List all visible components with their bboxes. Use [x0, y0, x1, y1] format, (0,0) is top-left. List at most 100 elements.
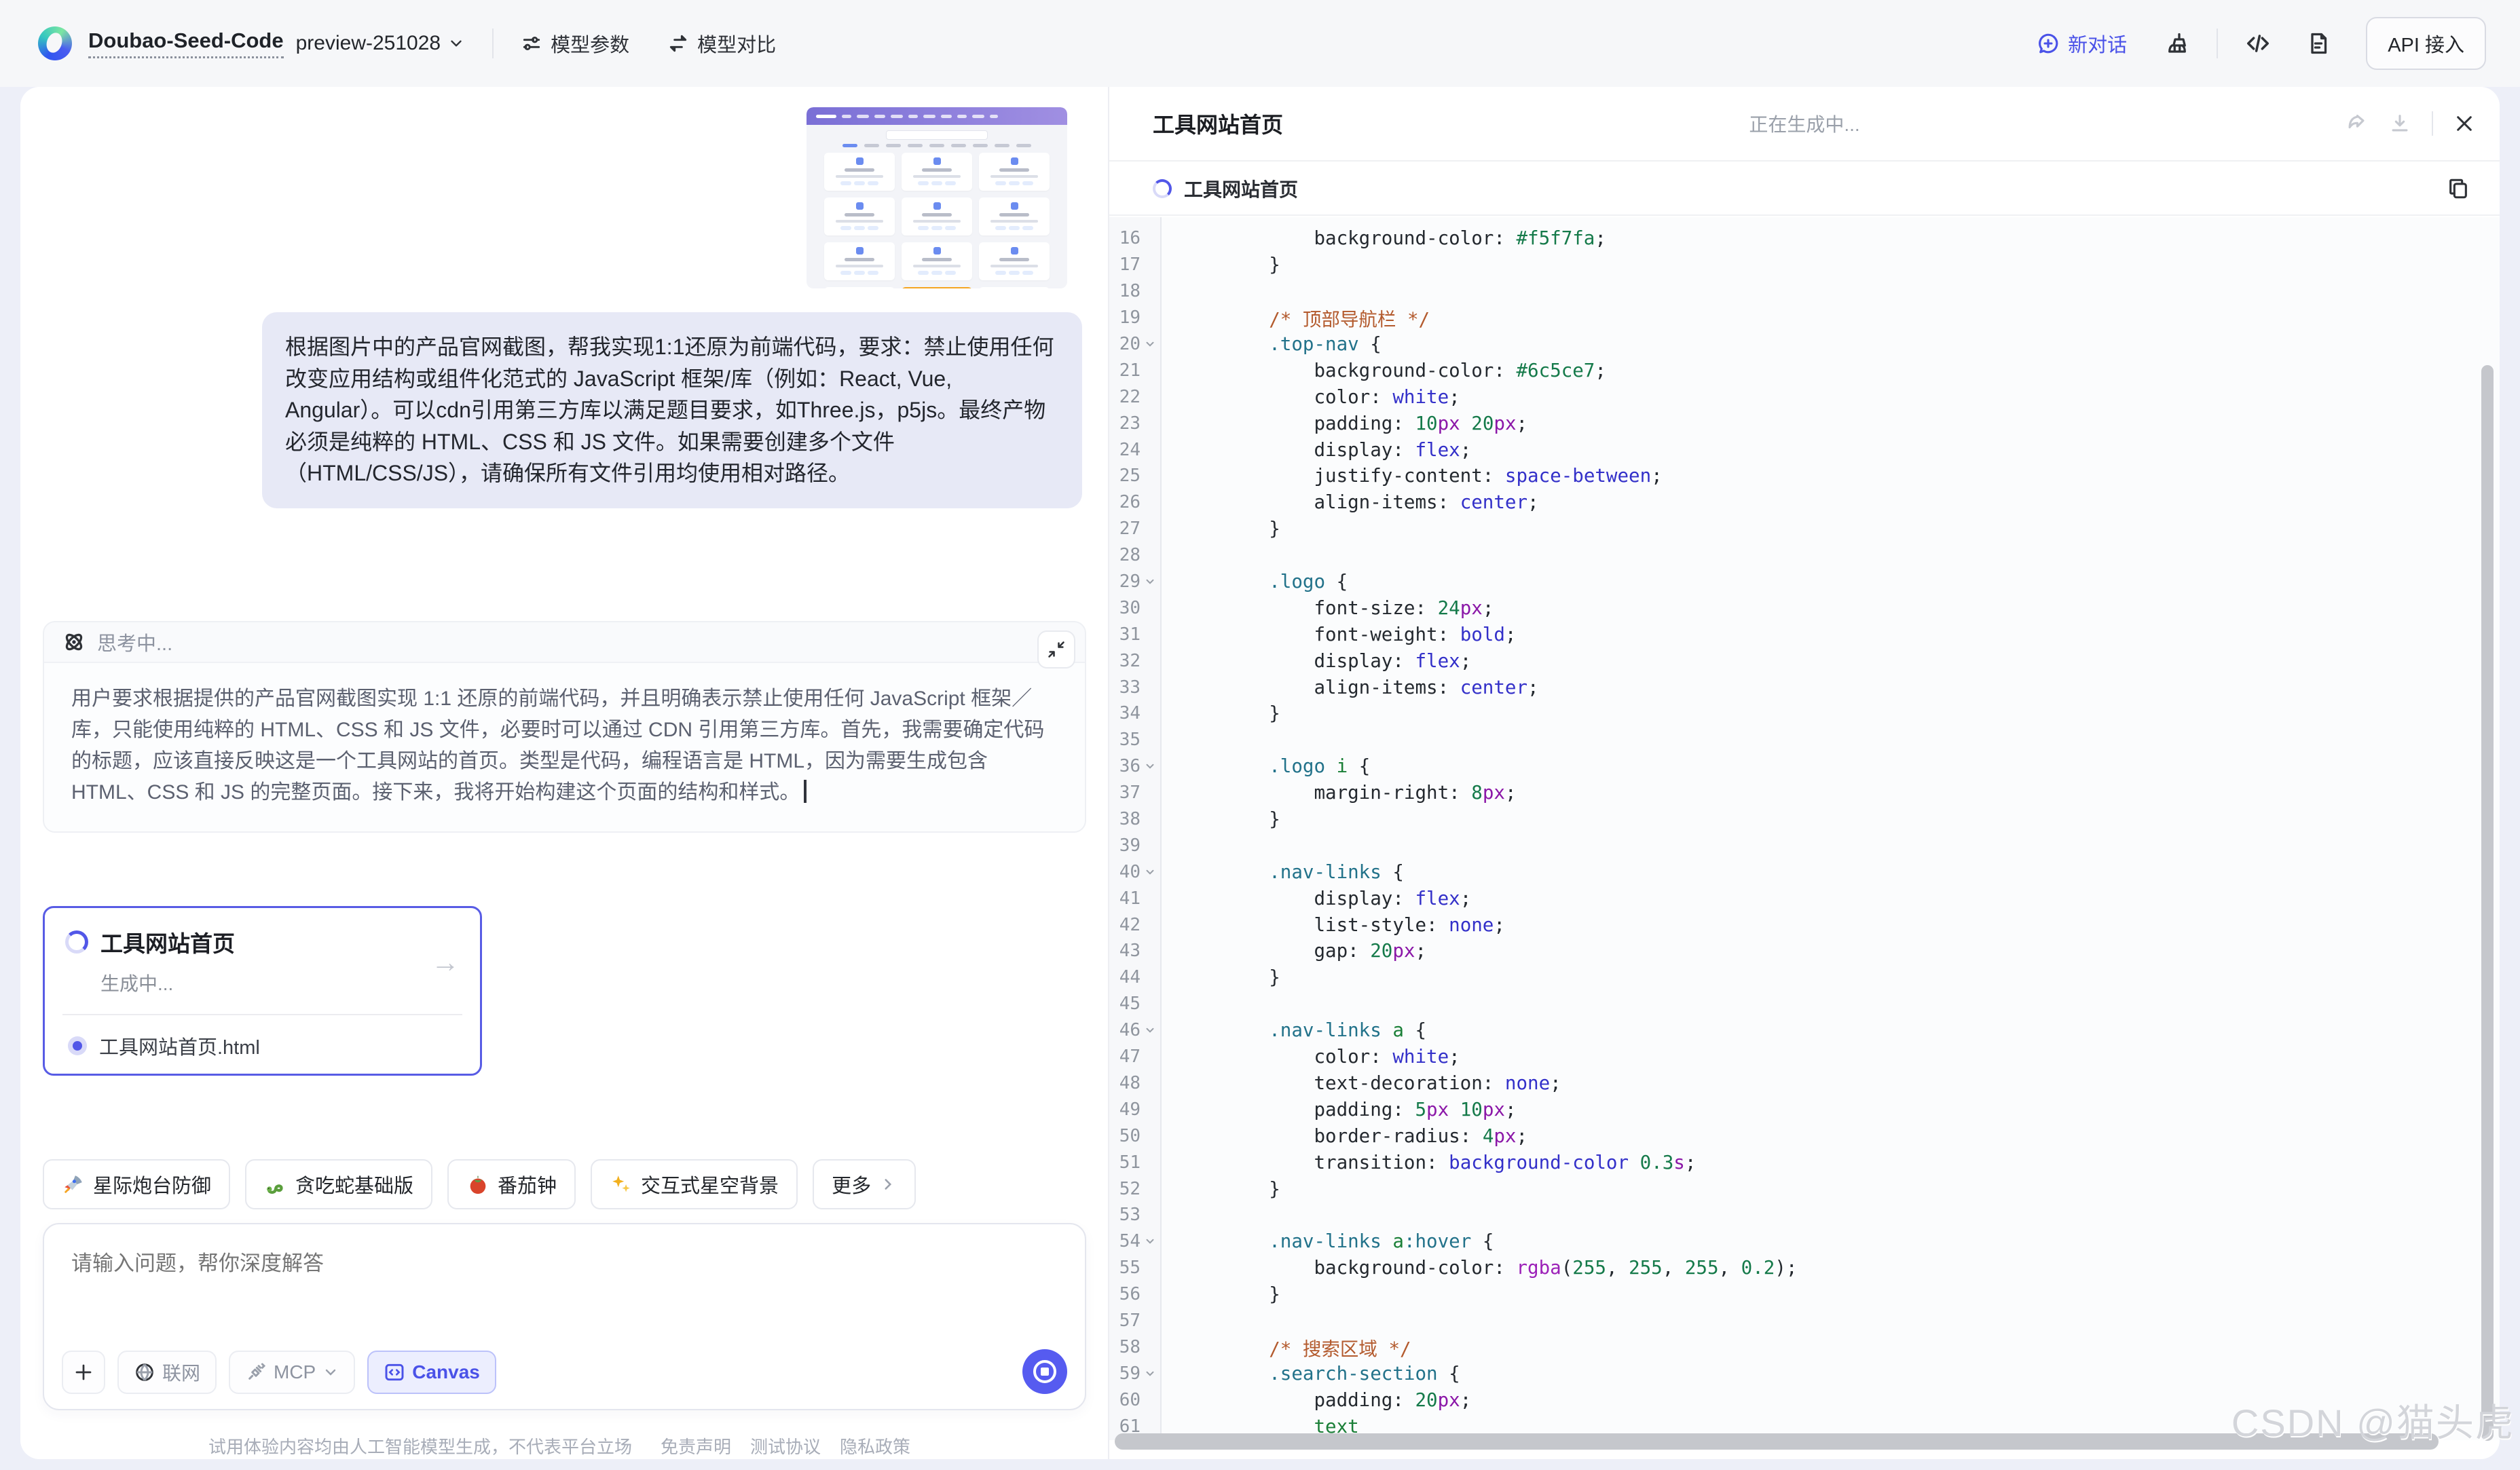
globe-icon — [134, 1361, 155, 1383]
thumbnail-card — [979, 153, 1050, 191]
fold-chevron-icon[interactable] — [1141, 338, 1160, 350]
code-line: border-radius: 4px; — [1224, 1123, 2500, 1149]
gutter-line: 19 — [1109, 305, 1160, 331]
close-icon[interactable] — [2453, 113, 2475, 134]
suggestion-chip[interactable]: 更多 — [813, 1159, 916, 1209]
sparkles-icon — [610, 1173, 633, 1196]
message-input[interactable] — [71, 1251, 818, 1276]
suggestion-chip-label: 更多 — [832, 1170, 871, 1199]
gutter-line: 29 — [1109, 569, 1160, 595]
add-attachment-button[interactable] — [62, 1351, 105, 1394]
chevron-right-icon — [879, 1175, 897, 1193]
gutter-line: 28 — [1109, 542, 1160, 569]
thinking-status-label: 思考中... — [97, 628, 172, 656]
artifact-file-row[interactable]: 工具网站首页.html — [65, 1015, 460, 1060]
code-line: } — [1224, 1281, 2500, 1308]
suggestion-chip[interactable]: 星际炮台防御 — [43, 1159, 230, 1209]
line-number: 45 — [1109, 994, 1141, 1014]
thinking-header: 思考中... — [44, 622, 1085, 662]
gutter-line: 49 — [1109, 1096, 1160, 1123]
gutter-line: 31 — [1109, 621, 1160, 647]
suggestion-chip-label: 番茄钟 — [498, 1170, 557, 1199]
download-icon[interactable] — [2388, 112, 2411, 135]
suggestion-chip-label: 星际炮台防御 — [93, 1170, 211, 1199]
vertical-scrollbar[interactable] — [2481, 365, 2494, 1441]
code-line: } — [1224, 964, 2500, 991]
line-number: 40 — [1109, 862, 1141, 882]
new-chat-button[interactable]: 新对话 — [2037, 29, 2127, 58]
document-icon — [2306, 31, 2331, 56]
clear-context-button[interactable] — [2165, 31, 2189, 56]
suggestion-chips: 星际炮台防御 贪吃蛇基础版 番茄钟 交互式星空背景 更多 — [43, 1159, 916, 1209]
code-line — [1224, 832, 2500, 859]
web-search-button[interactable]: 联网 — [117, 1351, 217, 1394]
gutter-line: 38 — [1109, 806, 1160, 833]
code-line: padding: 20px; — [1224, 1387, 2500, 1413]
code-line: color: white; — [1224, 1044, 2500, 1070]
docs-button[interactable] — [2306, 31, 2331, 56]
code-line: /* 搜索区域 */ — [1224, 1334, 2500, 1360]
line-number: 18 — [1109, 281, 1141, 301]
plug-icon — [245, 1361, 267, 1383]
collapse-thinking-button[interactable] — [1037, 630, 1075, 668]
gutter-line: 33 — [1109, 674, 1160, 700]
line-number: 21 — [1109, 360, 1141, 381]
compare-icon — [667, 33, 689, 54]
icons-divider — [2432, 111, 2433, 136]
line-number: 36 — [1109, 756, 1141, 776]
fold-chevron-icon[interactable] — [1141, 866, 1160, 878]
line-number: 41 — [1109, 888, 1141, 909]
line-number: 60 — [1109, 1390, 1141, 1410]
line-number: 46 — [1109, 1020, 1141, 1040]
fold-chevron-icon[interactable] — [1141, 1235, 1160, 1247]
footer-link[interactable]: 免责声明 — [661, 1437, 731, 1457]
artifact-card[interactable]: 工具网站首页 → 生成中... 工具网站首页.html — [43, 906, 482, 1076]
broom-icon — [2165, 31, 2189, 56]
line-number: 29 — [1109, 571, 1141, 592]
uploaded-screenshot-thumbnail[interactable] — [807, 107, 1067, 288]
line-number: 47 — [1109, 1047, 1141, 1067]
fold-chevron-icon[interactable] — [1141, 1024, 1160, 1036]
gutter-line: 42 — [1109, 911, 1160, 938]
footer-link[interactable]: 隐私政策 — [840, 1437, 910, 1457]
model-params-button[interactable]: 模型参数 — [521, 29, 629, 58]
footer-link[interactable]: 测试协议 — [750, 1437, 821, 1457]
horizontal-scrollbar[interactable] — [1115, 1433, 2439, 1450]
model-compare-button[interactable]: 模型对比 — [667, 29, 776, 58]
api-access-button[interactable]: API 接入 — [2366, 17, 2486, 70]
canvas-toggle-button[interactable]: Canvas — [367, 1351, 496, 1394]
share-icon[interactable] — [2345, 112, 2368, 135]
code-view-button[interactable] — [2245, 31, 2271, 56]
line-number: 56 — [1109, 1284, 1141, 1304]
chevron-down-icon[interactable] — [447, 35, 465, 52]
stop-generating-button[interactable] — [1022, 1349, 1067, 1394]
gutter-line: 40 — [1109, 859, 1160, 885]
line-number: 51 — [1109, 1152, 1141, 1173]
gutter-line: 24 — [1109, 436, 1160, 463]
mcp-button[interactable]: MCP — [229, 1351, 355, 1394]
artifact-panel-header: 工具网站首页 正在生成中... — [1109, 87, 2500, 162]
suggestion-chip[interactable]: 贪吃蛇基础版 — [245, 1159, 432, 1209]
copy-icon[interactable] — [2447, 177, 2470, 200]
suggestion-chip[interactable]: 番茄钟 — [447, 1159, 576, 1209]
code-line: list-style: none; — [1224, 911, 2500, 938]
file-tab-label: 工具网站首页 — [1184, 175, 1298, 202]
code-line: font-size: 24px; — [1224, 595, 2500, 621]
gutter-line: 25 — [1109, 463, 1160, 489]
gutter-line: 34 — [1109, 700, 1160, 727]
code-line — [1224, 991, 2500, 1017]
gutter-line: 30 — [1109, 595, 1160, 621]
code-line: margin-right: 8px; — [1224, 780, 2500, 806]
code-line: font-weight: bold; — [1224, 621, 2500, 647]
suggestion-chip[interactable]: 交互式星空背景 — [591, 1159, 798, 1209]
rocket-icon — [62, 1173, 85, 1196]
fold-chevron-icon[interactable] — [1141, 760, 1160, 772]
code-editor[interactable]: 1617181920212223242526272829303132333435… — [1109, 217, 2500, 1440]
code-line: transition: background-color 0.3s; — [1224, 1149, 2500, 1175]
fold-chevron-icon[interactable] — [1141, 1368, 1160, 1380]
spinner-icon — [65, 930, 88, 954]
code-line: display: flex; — [1224, 885, 2500, 911]
arrow-right-icon[interactable]: → — [431, 946, 460, 979]
fold-chevron-icon[interactable] — [1141, 576, 1160, 588]
model-version[interactable]: preview-251028 — [296, 32, 441, 55]
